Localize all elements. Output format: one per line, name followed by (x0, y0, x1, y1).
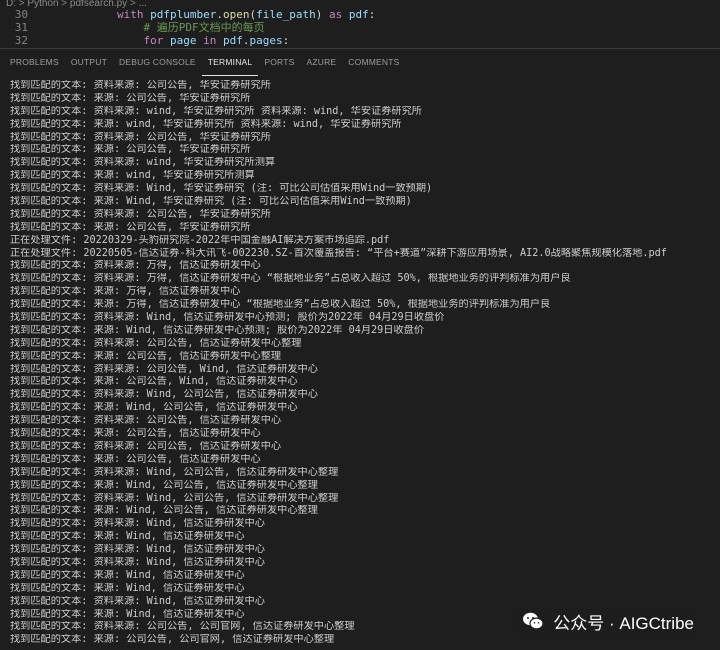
terminal-line: 找到匹配的文本: 来源: Wind, 公司公告, 信达证券研发中心整理 (10, 479, 318, 491)
tab-debug-console[interactable]: DEBUG CONSOLE (113, 49, 202, 76)
terminal-line: 找到匹配的文本: 来源: Wind, 信达证券研发中心 (10, 582, 245, 594)
terminal-line: 找到匹配的文本: 来源: Wind, 公司公告, 信达证券研发中心 (10, 402, 298, 414)
terminal-line: 找到匹配的文本: 资料来源: Wind, 信达证券研发中心 (10, 556, 265, 568)
code-line[interactable]: 31 # 遍历PDF文档中的每页 (0, 21, 720, 34)
code-token: pdf (222, 34, 243, 47)
code-token: . (216, 8, 223, 21)
terminal-output[interactable]: 找到匹配的文本: 资料来源: 公司公告, 华安证券研究所 找到匹配的文本: 来源:… (0, 80, 720, 650)
code-token: ) (315, 8, 329, 21)
terminal-line: 找到匹配的文本: 资料来源: 公司公告, Wind, 信达证券研发中心 (10, 363, 318, 375)
line-number: 31 (14, 21, 28, 34)
terminal-line: 找到匹配的文本: 资料来源: Wind, 信达证券研发中心 (10, 544, 265, 556)
code-token: as (328, 8, 349, 21)
terminal-line: 找到匹配的文本: 来源: 万得, 信达证券研发中心 (10, 286, 241, 298)
terminal-line: 找到匹配的文本: 资料来源: Wind, 公司公告, 信达证券研发中心整理 (10, 492, 339, 504)
code-token: for (143, 34, 170, 47)
terminal-line: 找到匹配的文本: 来源: 公司公告, 信达证券研发中心 (10, 428, 261, 440)
tab-output[interactable]: OUTPUT (65, 49, 113, 76)
terminal-line: 找到匹配的文本: 来源: wind, 华安证券研究所测算 (10, 170, 255, 182)
tab-terminal[interactable]: TERMINAL (201, 49, 259, 76)
code-text: with pdfplumber.open(file_path) as pdf: (64, 8, 375, 21)
code-token: pdfplumber (150, 8, 217, 21)
terminal-line: 找到匹配的文本: 资料来源: Wind, 华安证券研究 (注: 可比公司估值采用… (10, 183, 433, 195)
tab-problems[interactable]: PROBLEMS (4, 49, 65, 76)
code-token: with (116, 8, 151, 21)
code-token: page (169, 34, 204, 47)
terminal-line: 正在处理文件: 20220505-信达证券-科大讯飞-002230.SZ-首次覆… (10, 247, 667, 259)
terminal-line: 找到匹配的文本: 资料来源: Wind, 信达证券研发中心预测; 股价为2022… (10, 312, 445, 324)
tab-ports[interactable]: PORTS (258, 49, 300, 76)
terminal-line: 找到匹配的文本: 来源: 公司公告, 信达证券研发中心整理 (10, 350, 282, 362)
code-token: # 遍历PDF文档中的每页 (143, 21, 265, 34)
code-token: open (222, 8, 250, 21)
terminal-line: 找到匹配的文本: 资料来源: 公司公告, 华安证券研究所 (10, 131, 271, 143)
tab-azure[interactable]: AZURE (300, 49, 342, 76)
terminal-line: 找到匹配的文本: 资料来源: 公司公告, 信达证券研发中心 (10, 415, 282, 427)
terminal-line: 找到匹配的文本: 来源: Wind, 公司公告, 信达证券研发中心整理 (10, 505, 318, 517)
terminal-line: 找到匹配的文本: 资料来源: wind, 华安证券研究所测算 (10, 157, 276, 169)
terminal-line: 找到匹配的文本: 资料来源: 公司公告, 信达证券研发中心 (10, 440, 282, 452)
terminal-line: 找到匹配的文本: 资料来源: 公司公告, 华安证券研究所 (10, 208, 271, 220)
watermark: 公众号 · AIGCtribe (517, 607, 698, 635)
terminal-line: 找到匹配的文本: 资料来源: wind, 华安证券研究所 资料来源: wind,… (10, 105, 422, 117)
wechat-icon (523, 612, 544, 630)
terminal-line: 找到匹配的文本: 来源: 公司公告, 华安证券研究所 (10, 221, 251, 233)
terminal-line: 找到匹配的文本: 来源: wind, 华安证券研究所 资料来源: wind, 华… (10, 118, 402, 130)
terminal-line: 找到匹配的文本: 来源: 公司公告, 华安证券研究所 (10, 92, 251, 104)
terminal-line: 找到匹配的文本: 来源: Wind, 信达证券研发中心 (10, 531, 245, 543)
code-text: # 遍历PDF文档中的每页 (64, 21, 265, 34)
code-text: for page in pdf.pages: (64, 34, 289, 47)
terminal-line: 找到匹配的文本: 来源: 公司公告, 华安证券研究所 (10, 144, 251, 156)
terminal-line: 找到匹配的文本: 来源: 公司公告, 信达证券研发中心 (10, 453, 261, 465)
tab-comments[interactable]: COMMENTS (342, 49, 405, 76)
code-line[interactable]: 30 with pdfplumber.open(file_path) as pd… (0, 8, 720, 21)
terminal-line: 找到匹配的文本: 来源: 公司公告, Wind, 信达证券研发中心 (10, 376, 298, 388)
line-number: 30 (14, 8, 28, 21)
terminal-line: 找到匹配的文本: 资料来源: Wind, 公司公告, 信达证券研发中心 (10, 389, 318, 401)
terminal-line: 找到匹配的文本: 来源: Wind, 信达证券研发中心预测; 股价为2022年 … (10, 324, 425, 336)
terminal-line: 找到匹配的文本: 来源: Wind, 信达证券研发中心 (10, 569, 245, 581)
terminal-line: 正在处理文件: 20220329-头豹研究院-2022年中国金融AI解决方案市场… (10, 234, 390, 246)
line-number: 32 (14, 34, 28, 47)
breadcrumb[interactable]: D: > Python > pdfsearch.py > ... (0, 0, 720, 8)
code-line[interactable]: 32 for page in pdf.pages: (0, 34, 720, 47)
code-token: in (203, 34, 223, 47)
panel-tab-bar: PROBLEMS OUTPUT DEBUG CONSOLE TERMINAL PORTS… (0, 48, 720, 76)
terminal-line: 找到匹配的文本: 资料来源: Wind, 公司公告, 信达证券研发中心整理 (10, 466, 339, 478)
code-token: pdf (348, 8, 369, 21)
code-token: : (282, 34, 290, 47)
terminal-line: 找到匹配的文本: 资料来源: Wind, 信达证券研发中心 (10, 518, 265, 530)
terminal-line: 找到匹配的文本: 资料来源: 万得, 信达证券研发中心 (10, 260, 261, 272)
code-token: file_path (256, 8, 316, 21)
code-token: : (368, 8, 376, 21)
code-editor[interactable]: 30 with pdfplumber.open(file_path) as pd… (0, 8, 720, 48)
terminal-line: 找到匹配的文本: 来源: 公司公告, 公司官网, 信达证券研发中心整理 (10, 634, 335, 646)
terminal-line: 找到匹配的文本: 来源: 万得, 信达证券研发中心 “根据地业务”占总收入超过 … (10, 299, 551, 311)
code-token: pages (249, 34, 283, 47)
terminal-line: 找到匹配的文本: 资料来源: 万得, 信达证券研发中心 “根据地业务”占总收入超… (10, 273, 571, 285)
terminal-line: 找到匹配的文本: 资料来源: 公司公告, 华安证券研究所 (10, 80, 271, 91)
terminal-line: 找到匹配的文本: 资料来源: 公司公告, 信达证券研发中心整理 (10, 337, 302, 349)
terminal-line: 找到匹配的文本: 来源: Wind, 华安证券研究 (注: 可比公司估值采用Wi… (10, 196, 412, 208)
watermark-text: 公众号 · AIGCtribe (553, 613, 694, 633)
